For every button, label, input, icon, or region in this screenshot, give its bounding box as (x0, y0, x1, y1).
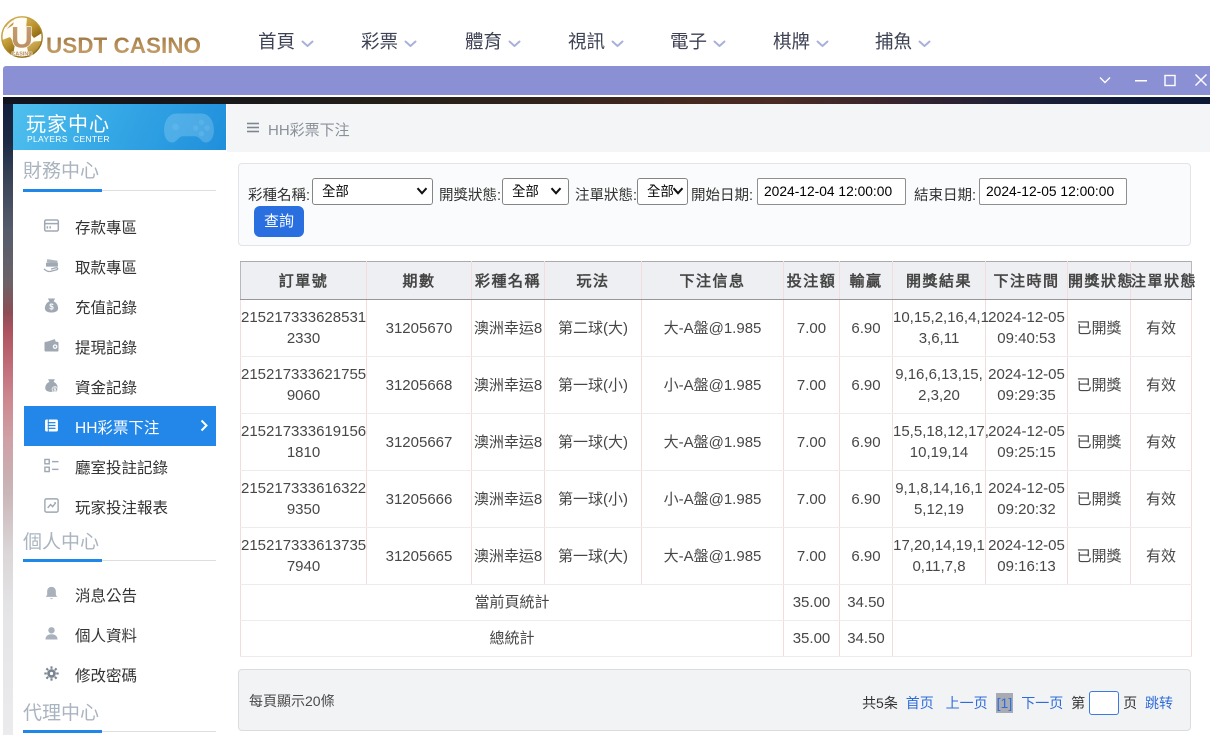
svg-text:CASINO: CASINO (11, 52, 33, 58)
svg-text:$: $ (49, 302, 54, 311)
svg-text:$: $ (53, 387, 56, 393)
svg-text:U: U (11, 22, 33, 55)
